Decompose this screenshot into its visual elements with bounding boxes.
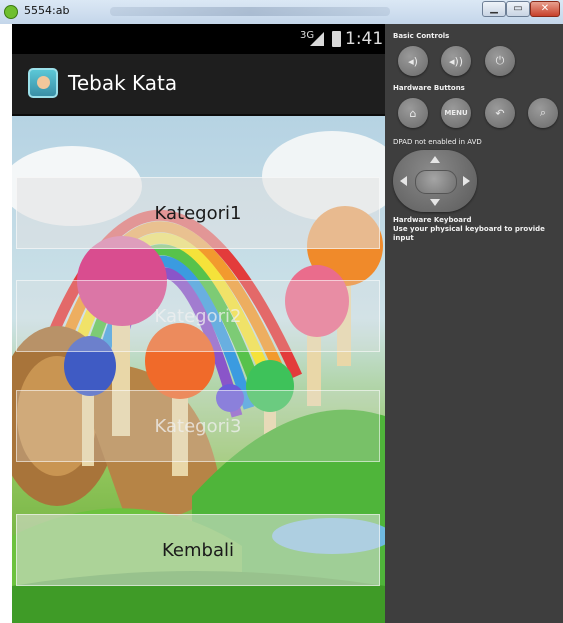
keyboard-note-title: Hardware Keyboard xyxy=(393,216,472,224)
blurred-title-text xyxy=(110,7,390,16)
app-icon[interactable] xyxy=(28,68,58,98)
kategori2-button[interactable]: Kategori2 xyxy=(16,280,380,352)
hardware-buttons-label: Hardware Buttons xyxy=(393,84,465,92)
search-icon: ⌕ xyxy=(539,106,547,119)
back-icon: ↶ xyxy=(495,106,505,120)
dpad-up-icon[interactable] xyxy=(430,156,440,163)
signal-icon xyxy=(310,32,324,46)
dpad-right-icon[interactable] xyxy=(463,176,470,186)
emulator-screen: 3G 1:41 Tebak Kata Kategori1 Kategori2 K… xyxy=(12,24,385,623)
dpad-center-button[interactable] xyxy=(415,170,457,194)
power-button[interactable]: ⏻ xyxy=(485,46,515,76)
back-button[interactable]: ↶ xyxy=(485,98,515,128)
menu-button-label: MENU xyxy=(444,109,468,117)
menu-content: Kategori1 Kategori2 Kategori3 Kembali xyxy=(12,116,385,623)
action-bar: Tebak Kata xyxy=(12,54,385,116)
home-icon: ⌂ xyxy=(409,106,417,120)
volume-up-button[interactable]: ◂)) xyxy=(441,46,471,76)
maximize-button[interactable]: ▭ xyxy=(506,1,530,17)
basic-controls-label: Basic Controls xyxy=(393,32,450,40)
keyboard-note-body: Use your physical keyboard to provide in… xyxy=(393,225,545,242)
volume-up-icon: ◂)) xyxy=(448,54,464,68)
android-icon xyxy=(4,5,18,19)
kategori3-button[interactable]: Kategori3 xyxy=(16,390,380,462)
battery-icon xyxy=(332,31,341,47)
window-title-bar: 5554:ab ▁ ▭ ✕ xyxy=(0,0,563,24)
search-button[interactable]: ⌕ xyxy=(528,98,558,128)
window-title: 5554:ab xyxy=(24,4,70,17)
dpad-down-icon[interactable] xyxy=(430,199,440,206)
dpad[interactable] xyxy=(393,150,477,212)
emulator-controls-panel: Basic Controls ◂) ◂)) ⏻ Hardware Buttons… xyxy=(385,24,563,623)
minimize-button[interactable]: ▁ xyxy=(482,1,506,17)
status-clock: 1:41 xyxy=(345,29,384,49)
volume-down-button[interactable]: ◂) xyxy=(398,46,428,76)
menu-button[interactable]: MENU xyxy=(441,98,471,128)
dpad-note: DPAD not enabled in AVD xyxy=(393,138,482,146)
kategori1-button[interactable]: Kategori1 xyxy=(16,177,380,249)
home-button[interactable]: ⌂ xyxy=(398,98,428,128)
kembali-button[interactable]: Kembali xyxy=(16,514,380,586)
close-button[interactable]: ✕ xyxy=(530,1,560,17)
status-bar: 3G 1:41 xyxy=(12,24,385,54)
dpad-left-icon[interactable] xyxy=(400,176,407,186)
power-icon: ⏻ xyxy=(495,54,505,67)
volume-down-icon: ◂) xyxy=(408,54,418,68)
app-title: Tebak Kata xyxy=(68,71,178,95)
